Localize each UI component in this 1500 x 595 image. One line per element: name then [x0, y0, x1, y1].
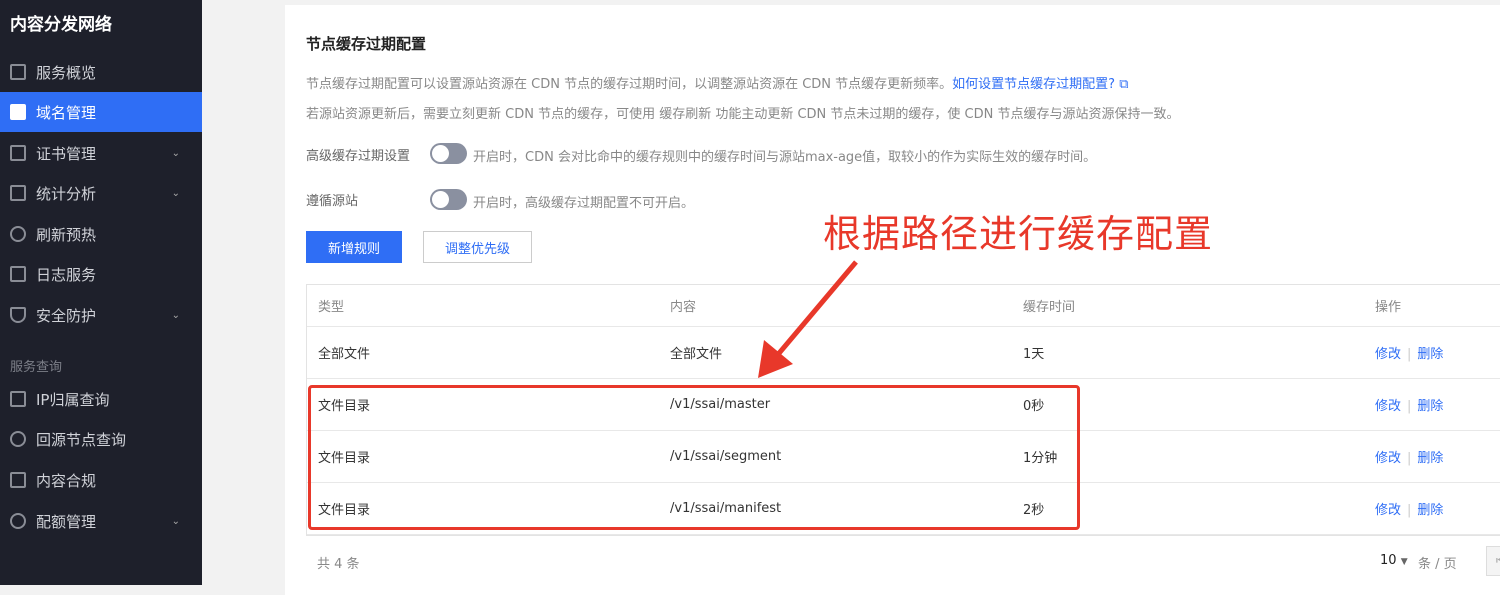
annotation-arrow-icon	[758, 260, 858, 378]
